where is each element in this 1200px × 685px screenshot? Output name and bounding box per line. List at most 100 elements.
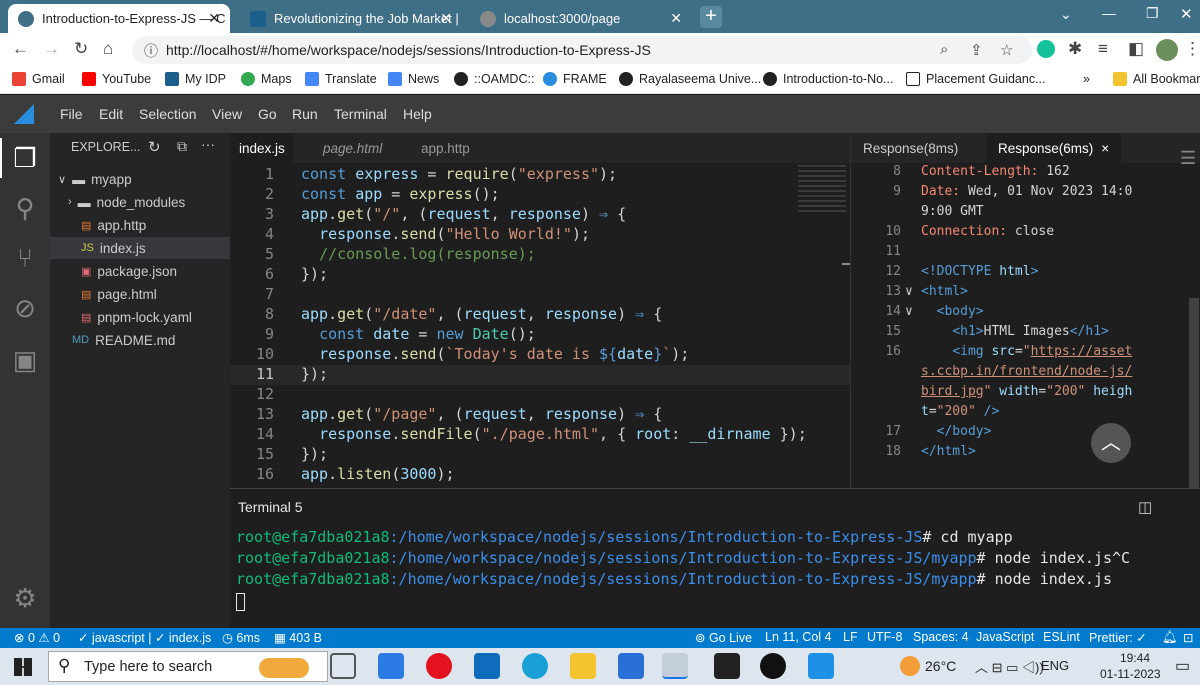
tab-search-icon[interactable]: ⌄ bbox=[1060, 6, 1072, 23]
tab-app-http[interactable]: app.http bbox=[412, 133, 479, 163]
code-editor[interactable]: index.js page.html app.http 1 const expre… bbox=[230, 133, 850, 488]
settings-gear-icon[interactable]: ⚙ bbox=[0, 583, 50, 614]
menu-go[interactable]: Go bbox=[258, 106, 277, 122]
media-controls-icon[interactable]: ≡ bbox=[1098, 39, 1108, 59]
broadcast-icon[interactable]: ⊡ bbox=[1183, 630, 1193, 645]
grammarly-icon[interactable] bbox=[1037, 40, 1055, 58]
tab-response-6ms[interactable]: Response(6ms) × bbox=[986, 133, 1122, 163]
explorer-item-index-js[interactable]: JS index.js bbox=[50, 237, 230, 259]
explorer-item-app-http[interactable]: ▤ app.http bbox=[50, 214, 230, 236]
more-actions-icon[interactable]: ··· bbox=[201, 136, 215, 152]
profile-avatar[interactable] bbox=[1156, 39, 1178, 61]
explorer-item-package-json[interactable]: ▣ package.json bbox=[50, 260, 230, 282]
weather-icon[interactable] bbox=[900, 656, 920, 676]
collapse-all-icon[interactable]: ⧉ bbox=[177, 138, 187, 155]
refresh-icon[interactable]: ↻ bbox=[148, 138, 161, 156]
menu-dots-icon[interactable]: ⋮ bbox=[1184, 39, 1200, 59]
bookmark-star-icon[interactable]: ☆ bbox=[1000, 41, 1013, 59]
bookmark-intro-node[interactable]: Introduction-to-No... bbox=[763, 72, 893, 86]
go-live-button[interactable]: ⊚ Go Live bbox=[695, 630, 752, 645]
close-tab-icon[interactable]: ✕ bbox=[208, 10, 220, 27]
explorer-item-pnpm-lock[interactable]: ▤ pnpm-lock.yaml bbox=[50, 306, 230, 328]
file-explorer-icon[interactable] bbox=[570, 653, 596, 679]
folder-myapp[interactable]: ∨ ▬ myapp bbox=[50, 168, 230, 190]
bookmarks-overflow-button[interactable]: » bbox=[1083, 72, 1090, 86]
tab-page-html[interactable]: page.html bbox=[314, 133, 391, 163]
app-icon[interactable] bbox=[714, 653, 740, 679]
explorer-item-readme[interactable]: MD README.md bbox=[50, 329, 230, 351]
bookmark-gmail[interactable]: Gmail bbox=[12, 72, 65, 86]
bookmark-translate[interactable]: Translate bbox=[305, 72, 377, 86]
store-icon[interactable] bbox=[378, 653, 404, 679]
docker-icon[interactable] bbox=[808, 653, 834, 679]
indent-indicator[interactable]: Spaces: 4 bbox=[913, 630, 969, 644]
time-indicator[interactable]: ◷ 6ms bbox=[222, 630, 260, 645]
language-mode[interactable]: JavaScript bbox=[976, 630, 1034, 644]
close-window-icon[interactable]: ✕ bbox=[1180, 5, 1193, 23]
cursor-position[interactable]: Ln 11, Col 4 bbox=[765, 630, 831, 644]
omnibox[interactable]: ⓘ http://localhost/#/home/workspace/node… bbox=[132, 36, 1032, 64]
notifications-icon[interactable]: ▭ bbox=[1175, 656, 1190, 676]
task-view-icon[interactable] bbox=[330, 653, 356, 679]
forward-icon[interactable]: → bbox=[43, 39, 60, 59]
bookmark-rayalaseema[interactable]: Rayalaseema Unive... bbox=[619, 72, 761, 86]
bookmark-news[interactable]: News bbox=[388, 72, 439, 86]
app-icon[interactable] bbox=[618, 653, 644, 679]
browser-tab-localhost[interactable]: localhost:3000/page ✕ bbox=[470, 4, 692, 33]
clock-date[interactable]: 01-11-2023 bbox=[1100, 667, 1161, 681]
maximize-panel-icon[interactable]: ◫ bbox=[1138, 498, 1152, 516]
chevron-down-icon[interactable]: ∨ bbox=[905, 304, 913, 319]
new-tab-button[interactable]: + bbox=[700, 6, 722, 28]
github-icon[interactable] bbox=[760, 653, 786, 679]
scrollbar[interactable] bbox=[1189, 298, 1199, 488]
explorer-item-page-html[interactable]: ▤ page.html bbox=[50, 283, 230, 305]
bookmark-frame[interactable]: FRAME bbox=[543, 72, 607, 86]
outline-icon[interactable]: ☰ bbox=[1180, 148, 1196, 169]
menu-view[interactable]: View bbox=[212, 106, 242, 122]
home-icon[interactable]: ⌂ bbox=[103, 39, 113, 59]
chrome-icon[interactable] bbox=[662, 653, 688, 679]
source-control-icon[interactable]: ⑂ bbox=[0, 243, 50, 274]
taskbar-search-box[interactable]: ⚲ Type here to search bbox=[48, 651, 328, 682]
share-icon[interactable]: ⇪ bbox=[970, 41, 983, 59]
search-icon[interactable]: ⚲ bbox=[0, 193, 50, 224]
menu-selection[interactable]: Selection bbox=[139, 106, 197, 122]
bookmark-youtube[interactable]: YouTube bbox=[82, 72, 151, 86]
clock-time[interactable]: 19:44 bbox=[1120, 651, 1150, 665]
tab-response-8ms[interactable]: Response(8ms) bbox=[851, 133, 970, 163]
temperature[interactable]: 26°C bbox=[925, 658, 956, 674]
eslint-status[interactable]: ✓ javascript | ✓ index.js bbox=[78, 630, 211, 645]
prettier-indicator[interactable]: Prettier: ✓ bbox=[1089, 630, 1147, 645]
close-icon[interactable]: × bbox=[1101, 141, 1109, 156]
scroll-to-top-button[interactable]: ︿ bbox=[1091, 423, 1131, 463]
explorer-item-node-modules[interactable]: › ▬ node_modules bbox=[50, 191, 230, 213]
bookmark-placement[interactable]: Placement Guidanc... bbox=[906, 72, 1046, 86]
menu-terminal[interactable]: Terminal bbox=[334, 106, 387, 122]
files-icon[interactable]: ❐ bbox=[0, 143, 50, 174]
bookmark-oamdc[interactable]: ::OAMDC:: bbox=[454, 72, 534, 86]
browser-tab-vscode[interactable]: Introduction-to-Express-JS — C ✕ bbox=[8, 4, 230, 33]
close-tab-icon[interactable]: ✕ bbox=[440, 10, 452, 27]
menu-edit[interactable]: Edit bbox=[99, 106, 123, 122]
mail-icon[interactable] bbox=[474, 653, 500, 679]
extensions-icon[interactable]: ✱ bbox=[1068, 39, 1082, 59]
browser-tab-job-market[interactable]: Revolutionizing the Job Market | ✕ bbox=[240, 4, 462, 33]
menu-file[interactable]: File bbox=[60, 106, 83, 122]
restore-icon[interactable]: ❐ bbox=[1146, 5, 1159, 22]
bookmark-my-idp[interactable]: My IDP bbox=[165, 72, 226, 86]
language-indicator[interactable]: ENG bbox=[1041, 658, 1069, 673]
bookmark-maps[interactable]: Maps bbox=[241, 72, 292, 86]
zoom-icon[interactable]: ⌕ bbox=[940, 41, 948, 58]
notifications-bell-icon[interactable]: 🔔︎ bbox=[1162, 630, 1178, 645]
opera-icon[interactable] bbox=[426, 653, 452, 679]
chevron-down-icon[interactable]: ∨ bbox=[905, 284, 913, 299]
reload-icon[interactable]: ↻ bbox=[74, 39, 88, 59]
info-icon[interactable]: ⓘ bbox=[144, 41, 158, 61]
side-panel-icon[interactable]: ◧ bbox=[1128, 39, 1144, 59]
all-bookmarks[interactable]: All Bookmarks bbox=[1113, 72, 1200, 86]
terminal-panel[interactable]: Terminal 5 ◫ root@efa7dba021a8:/home/wor… bbox=[230, 488, 1200, 628]
eslint-indicator[interactable]: ESLint bbox=[1043, 630, 1080, 644]
menu-run[interactable]: Run bbox=[292, 106, 318, 122]
windows-start-icon[interactable] bbox=[14, 658, 32, 676]
eol-indicator[interactable]: LF bbox=[843, 630, 858, 644]
